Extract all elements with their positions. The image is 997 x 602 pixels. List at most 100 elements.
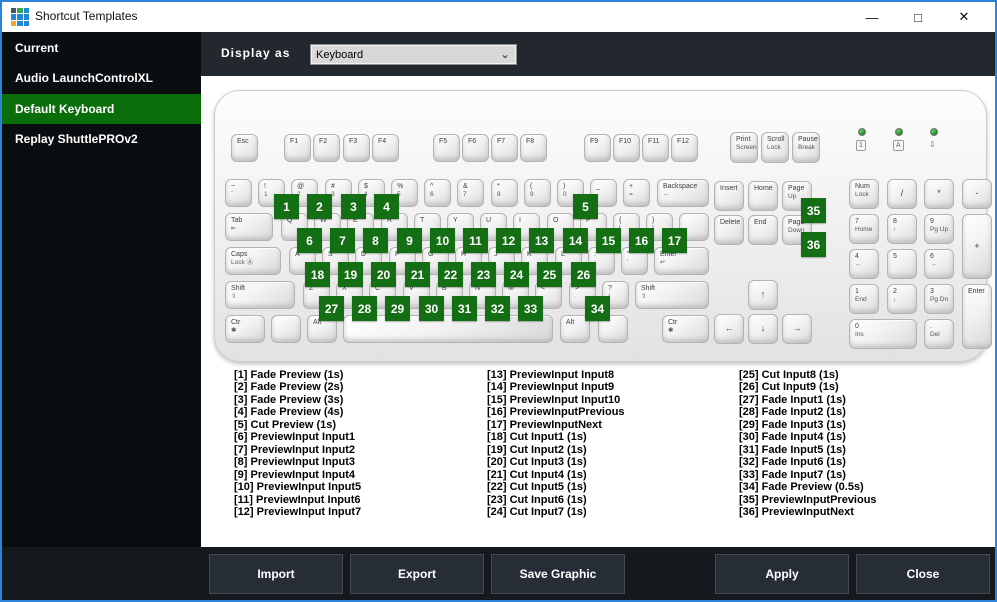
sidebar-item-audio-launchcontrolxl[interactable]: Audio LaunchControlXL	[2, 64, 201, 94]
shortcut-badge-36: 36	[801, 232, 826, 257]
shortcut-entry: [12] PreviewInput Input7	[234, 505, 362, 518]
shortcut-badge-25: 25	[537, 262, 562, 287]
key-f3: F3	[343, 134, 370, 162]
shortcut-badge-7: 7	[330, 228, 355, 253]
shortcut-entry: [6] PreviewInput Input1	[234, 431, 356, 444]
key-backspace: Backspace ←	[657, 179, 709, 207]
key-blank: ↑	[748, 280, 778, 310]
content-area: Esc F1 F2 F3 F4 F5 F6 F7 F8 F9 F10 F11 F12 Print Scree…	[201, 76, 995, 549]
shortcut-entry: [21] Cut Input4 (1s)	[487, 468, 587, 481]
logo-square	[23, 14, 29, 20]
key-end: End	[748, 215, 778, 245]
key-f7: F7	[491, 134, 518, 162]
shortcut-entry: [9] PreviewInput Input4	[234, 468, 356, 481]
display-as-label: Display as	[221, 46, 291, 60]
key-1: 1 End	[849, 284, 879, 314]
save-graphic-button[interactable]: Save Graphic	[491, 553, 625, 594]
apply-button[interactable]: Apply	[715, 553, 849, 594]
shortcut-entry: [34] Fade Preview (0.5s)	[739, 481, 864, 494]
shortcut-entry: [2] Fade Preview (2s)	[234, 381, 344, 394]
maximize-button[interactable]: □	[895, 2, 941, 32]
key-f9: F9	[584, 134, 611, 162]
shortcut-badge-4: 4	[374, 194, 399, 219]
key-num: Num Lock	[849, 179, 879, 209]
logo-square	[11, 20, 17, 26]
key-f6: F6	[462, 134, 489, 162]
key-3: 3 Pg Dn	[924, 284, 954, 314]
key-blank: *	[924, 179, 954, 209]
export-button[interactable]: Export	[350, 553, 484, 594]
key-6: 6 →	[924, 249, 954, 279]
shortcut-entry: [16] PreviewInputPrevious	[487, 406, 625, 419]
shortcut-badge-6: 6	[297, 228, 322, 253]
shortcut-entry: [4] Fade Preview (4s)	[234, 406, 344, 419]
key-ctr: Ctr ✱	[225, 315, 265, 343]
shortcut-badge-12: 12	[496, 228, 521, 253]
key-tab: Tab ⇤	[225, 213, 273, 241]
key-blank: + =	[623, 179, 650, 207]
shortcut-badge-22: 22	[438, 262, 463, 287]
shortcut-entry: [13] PreviewInput Input8	[487, 369, 615, 381]
shortcut-badge-13: 13	[529, 228, 554, 253]
shortcut-entry: [35] PreviewInputPrevious	[739, 493, 877, 506]
import-button[interactable]: Import	[209, 553, 343, 594]
key-9: 9 Pg Up	[924, 214, 954, 244]
shortcut-badge-19: 19	[338, 262, 363, 287]
keyboard-graphic: Esc F1 F2 F3 F4 F5 F6 F7 F8 F9 F10 F11 F12 Print Scree…	[214, 90, 992, 362]
template-sidebar: Current Audio LaunchControlXL Default Keyb…	[2, 32, 201, 547]
key-ctr: Ctr ✱	[662, 315, 709, 343]
chevron-down-icon: ⌄	[499, 47, 510, 61]
key-f1: F1	[284, 134, 311, 162]
shortcut-badge-9: 9	[397, 228, 422, 253]
minimize-button[interactable]: —	[849, 2, 895, 32]
key-enter: Enter	[962, 284, 992, 349]
led-indicator-1	[858, 128, 866, 136]
shortcut-badge-8: 8	[363, 228, 388, 253]
key-f4: F4	[372, 134, 399, 162]
key-blank: /	[887, 179, 917, 209]
key-0: 0 Ins	[849, 319, 917, 349]
key-f11: F11	[642, 134, 669, 162]
led-indicator-blank	[930, 128, 938, 136]
shortcut-badge-35: 35	[801, 198, 826, 223]
sidebar-item-default-keyboard[interactable]: Default Keyboard	[2, 94, 201, 124]
titlebar: Shortcut Templates — □ ✕	[2, 2, 995, 32]
shortcut-badge-14: 14	[563, 228, 588, 253]
logo-square	[23, 8, 29, 14]
shortcut-badge-1: 1	[274, 194, 299, 219]
key-blank: ←	[714, 314, 744, 344]
shortcut-entry: [20] Cut Input3 (1s)	[487, 456, 587, 469]
logo-square	[17, 14, 23, 20]
close-button[interactable]: ✕	[941, 2, 987, 32]
shortcut-entry: [29] Fade Input3 (1s)	[739, 418, 846, 431]
led-label-a: A	[893, 140, 904, 151]
key-blank: ~ `	[225, 179, 252, 207]
shortcut-entry: [19] Cut Input2 (1s)	[487, 443, 587, 456]
key-f8: F8	[520, 134, 547, 162]
logo-square	[17, 20, 23, 26]
key-blank: ^ 6	[424, 179, 451, 207]
key-blank: -	[962, 179, 992, 209]
key-7: 7 Home	[849, 214, 879, 244]
shortcut-badge-34: 34	[585, 296, 610, 321]
shortcut-badge-26: 26	[571, 262, 596, 287]
shortcut-entry: [3] Fade Preview (3s)	[234, 393, 344, 406]
shortcut-entry: [22] Cut Input5 (1s)	[487, 481, 587, 494]
shortcut-badge-2: 2	[307, 194, 332, 219]
shortcut-badge-24: 24	[504, 262, 529, 287]
shortcut-list-column-2: [13] PreviewInput Input8 [14] PreviewInpu…	[487, 369, 625, 518]
shortcut-entry: [30] Fade Input4 (1s)	[739, 431, 846, 444]
shortcut-list-column-3: [25] Cut Input8 (1s) [26] Cut Input9 (1s)…	[739, 369, 877, 518]
led-indicator-a	[895, 128, 903, 136]
shortcut-badge-10: 10	[430, 228, 455, 253]
key-blank: →	[782, 314, 812, 344]
shortcut-entry: [36] PreviewInputNext	[739, 505, 854, 518]
sidebar-item-current[interactable]: Current	[2, 33, 201, 63]
close-button[interactable]: Close	[856, 553, 990, 594]
display-as-dropdown[interactable]: Keyboard ⌄	[310, 44, 517, 65]
sidebar-item-replay-shuttleprov2[interactable]: Replay ShuttlePROv2	[2, 125, 201, 155]
shortcut-badge-17: 17	[662, 228, 687, 253]
key-blank: (9	[524, 179, 551, 207]
shortcut-entry: [33] Fade Input7 (1s)	[739, 468, 846, 481]
shortcut-entry: [7] PreviewInput Input2	[234, 443, 356, 456]
